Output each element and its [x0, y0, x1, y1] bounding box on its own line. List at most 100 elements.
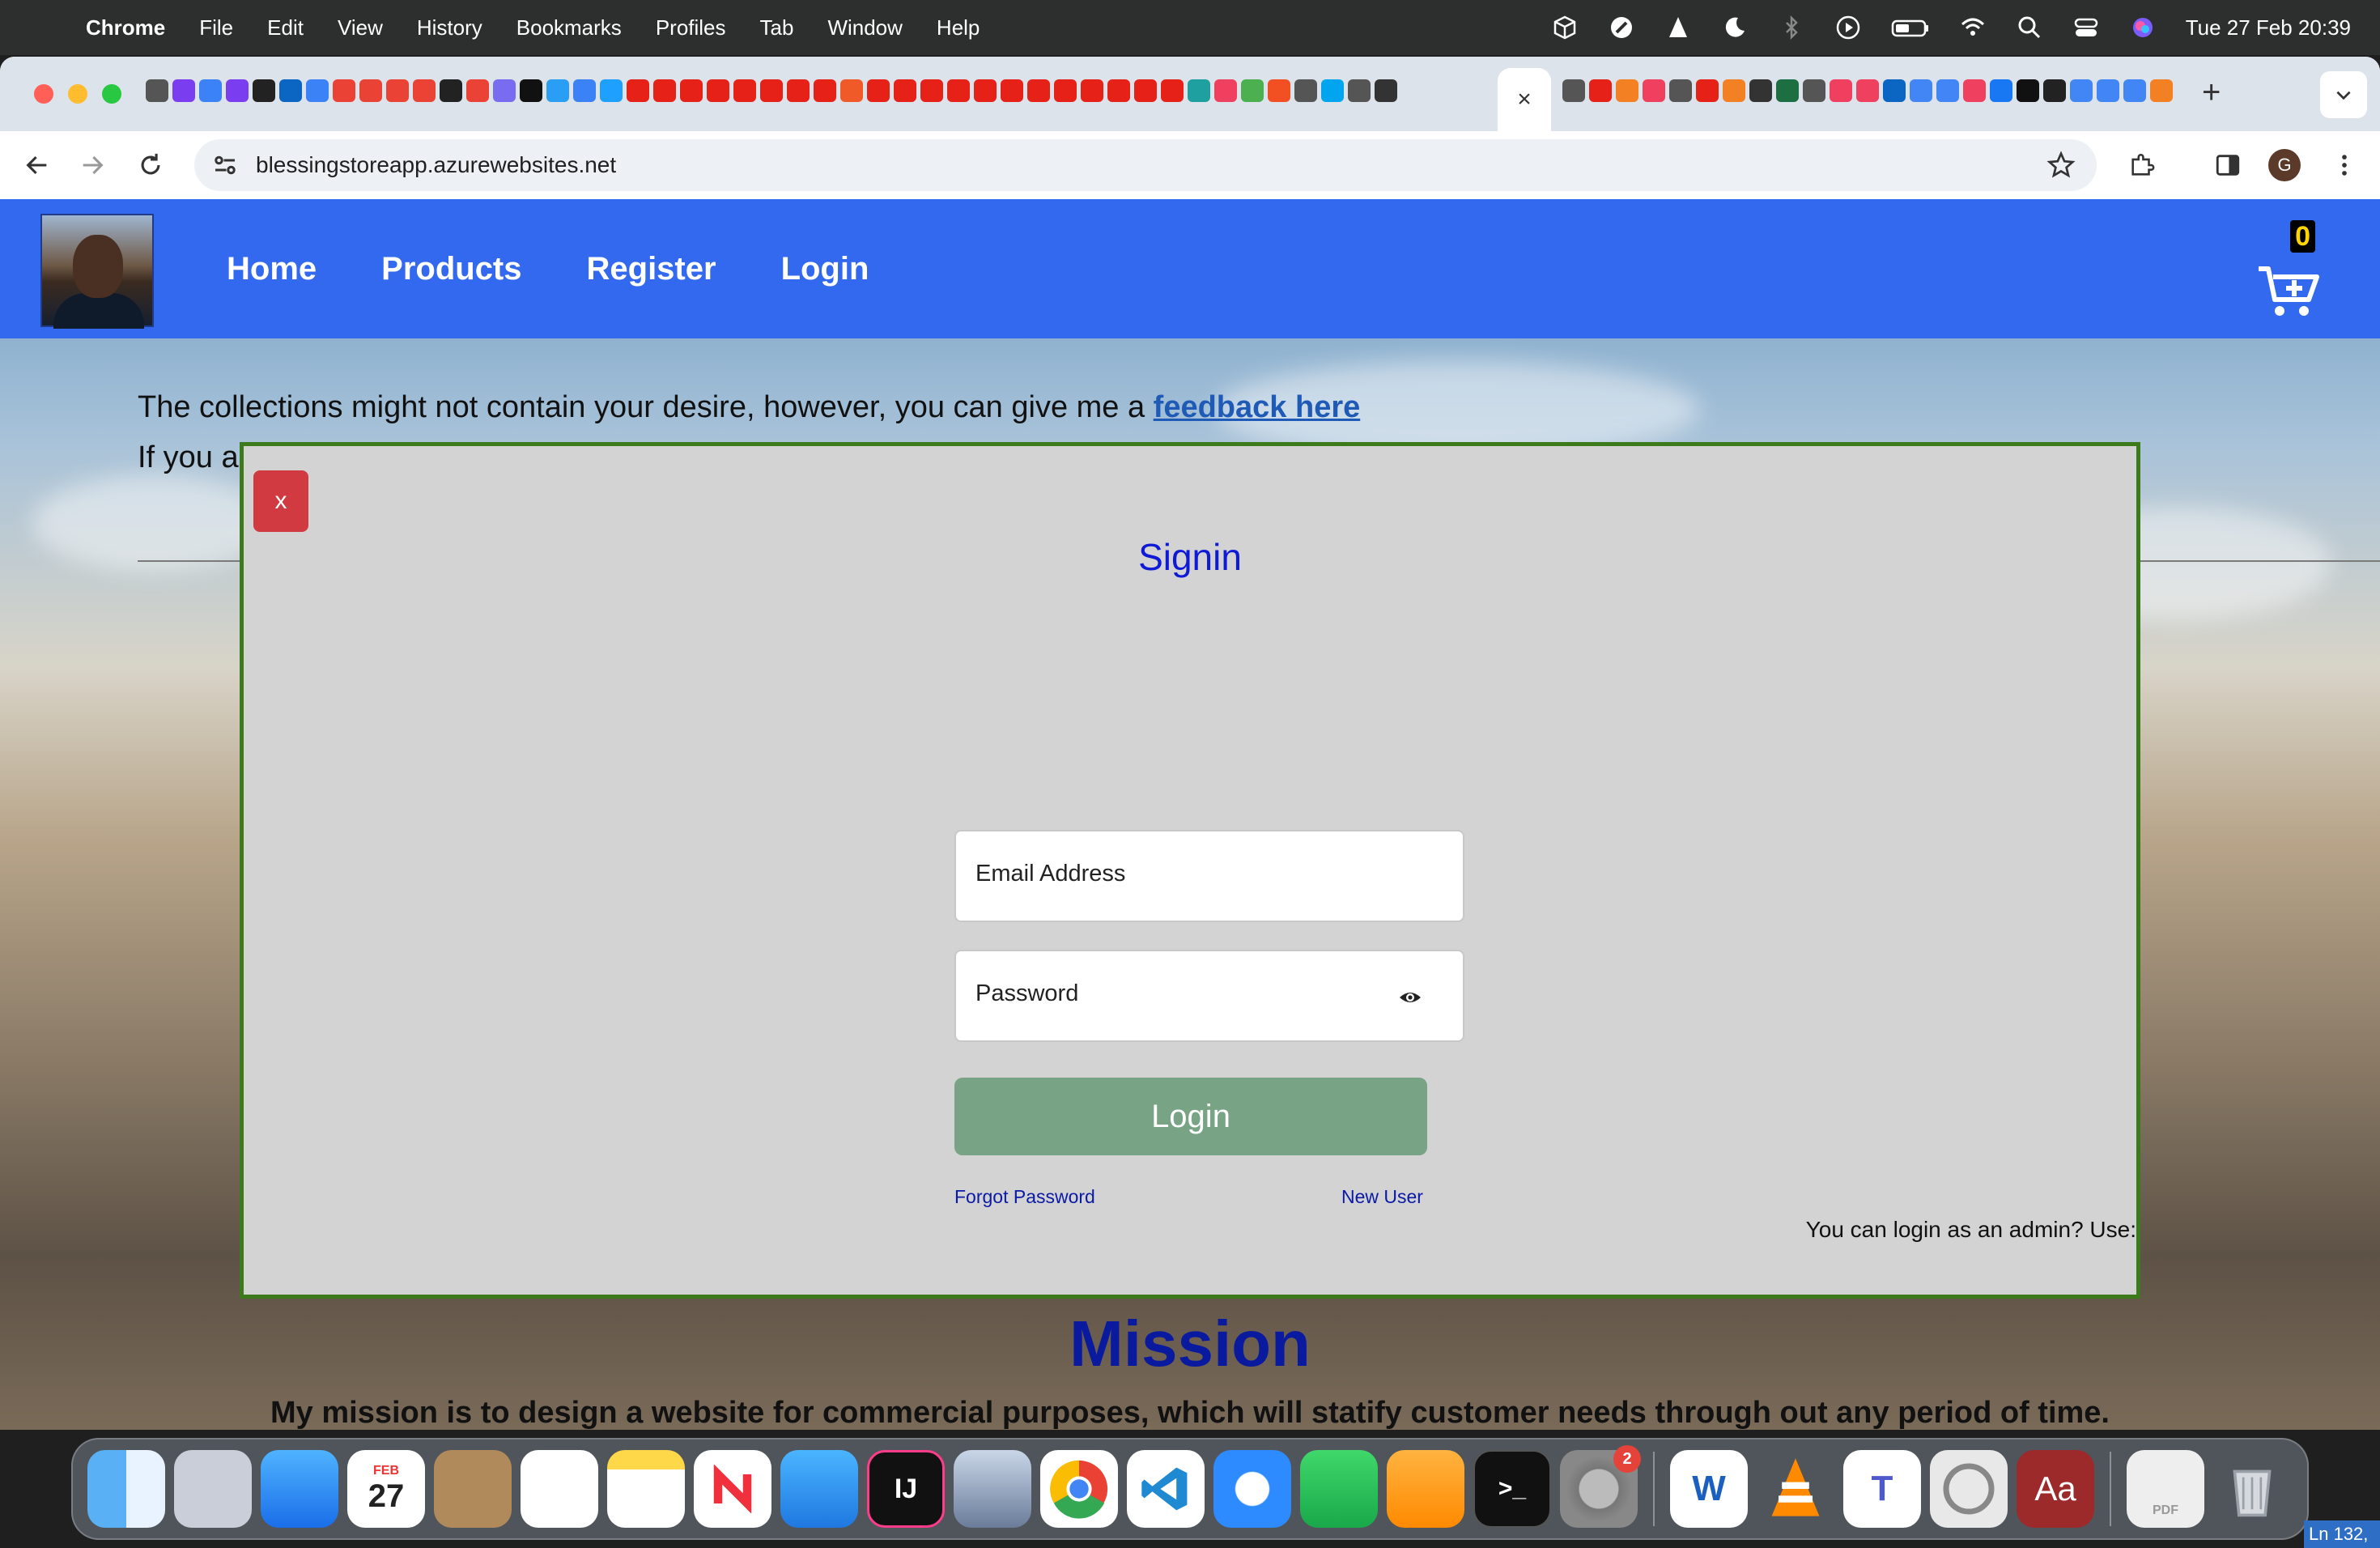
- spotlight-search-icon[interactable]: [2016, 14, 2043, 41]
- tab-favicon[interactable]: [920, 79, 943, 102]
- tab-favicon[interactable]: [226, 79, 249, 102]
- tab-favicon[interactable]: [894, 79, 916, 102]
- tab-favicon[interactable]: [1027, 79, 1050, 102]
- vlc-icon[interactable]: [1664, 14, 1692, 41]
- close-window-button[interactable]: [34, 84, 53, 104]
- tab-favicon[interactable]: [520, 79, 542, 102]
- tab-favicon[interactable]: [787, 79, 810, 102]
- close-modal-button[interactable]: x: [253, 470, 308, 532]
- tab-favicon[interactable]: [760, 79, 783, 102]
- mail-icon[interactable]: [261, 1450, 338, 1528]
- menu-help[interactable]: Help: [937, 15, 980, 40]
- tab-favicon[interactable]: [653, 79, 676, 102]
- pdf-document-icon[interactable]: PDF: [2127, 1450, 2204, 1528]
- whatsapp-icon[interactable]: [1930, 1450, 2008, 1528]
- safari-icon[interactable]: [1213, 1450, 1291, 1528]
- terminal-icon[interactable]: >_: [1473, 1450, 1551, 1528]
- tab-favicon[interactable]: [1107, 79, 1130, 102]
- tab-favicon[interactable]: [1188, 79, 1210, 102]
- reminders-icon[interactable]: [521, 1450, 598, 1528]
- tab-favicon[interactable]: [627, 79, 649, 102]
- tab-favicon[interactable]: [840, 79, 863, 102]
- shopping-cart-icon[interactable]: [2257, 264, 2320, 319]
- nav-login-link[interactable]: Login: [781, 251, 869, 287]
- menu-history[interactable]: History: [417, 15, 482, 40]
- trash-icon[interactable]: [2213, 1450, 2291, 1528]
- tab-favicon[interactable]: [867, 79, 890, 102]
- site-logo-photo[interactable]: [40, 214, 154, 329]
- tab-favicon[interactable]: [814, 79, 836, 102]
- tab-favicon[interactable]: [1723, 79, 1745, 102]
- bookmark-star-icon[interactable]: [2046, 151, 2076, 180]
- tab-favicon[interactable]: [493, 79, 516, 102]
- tab-favicon[interactable]: [1268, 79, 1290, 102]
- launchpad-icon[interactable]: [174, 1450, 252, 1528]
- tab-favicon[interactable]: [733, 79, 756, 102]
- menubar-clock[interactable]: Tue 27 Feb 20:39: [2186, 15, 2351, 40]
- tab-favicon[interactable]: [1963, 79, 1986, 102]
- tab-favicon[interactable]: [947, 79, 970, 102]
- nav-products-link[interactable]: Products: [381, 251, 521, 287]
- finder-icon[interactable]: [87, 1450, 165, 1528]
- preview-icon[interactable]: [954, 1450, 1031, 1528]
- email-field[interactable]: Email Address: [954, 830, 1464, 922]
- tab-favicon[interactable]: [1990, 79, 2012, 102]
- tab-favicon[interactable]: [1375, 79, 1397, 102]
- control-center-icon[interactable]: [2072, 14, 2100, 41]
- contacts-icon[interactable]: [434, 1450, 512, 1528]
- tab-favicon[interactable]: [466, 79, 489, 102]
- play-icon[interactable]: [1834, 14, 1862, 41]
- chrome-menu-button[interactable]: [2327, 147, 2362, 183]
- tab-favicon[interactable]: [199, 79, 222, 102]
- zoom-window-button[interactable]: [102, 84, 121, 104]
- tab-favicon[interactable]: [2017, 79, 2039, 102]
- active-tab[interactable]: ×: [1498, 68, 1551, 131]
- nav-register-link[interactable]: Register: [587, 251, 716, 287]
- tab-favicon[interactable]: [707, 79, 729, 102]
- tab-favicon[interactable]: [440, 79, 462, 102]
- tab-favicon[interactable]: [1321, 79, 1344, 102]
- tab-favicon[interactable]: [146, 79, 168, 102]
- tab-favicon[interactable]: [1081, 79, 1103, 102]
- tab-favicon[interactable]: [2150, 79, 2173, 102]
- tab-favicon[interactable]: [1910, 79, 1932, 102]
- nav-home-link[interactable]: Home: [227, 251, 317, 287]
- pages-icon[interactable]: [1387, 1450, 1464, 1528]
- wifi-icon[interactable]: [1959, 14, 1987, 41]
- vscode-icon[interactable]: [1127, 1450, 1205, 1528]
- system-settings-icon[interactable]: 2: [1560, 1445, 1641, 1528]
- extensions-button[interactable]: [2124, 147, 2160, 183]
- menu-profiles[interactable]: Profiles: [656, 15, 726, 40]
- tab-favicon[interactable]: [546, 79, 569, 102]
- tab-favicon[interactable]: [1936, 79, 1959, 102]
- dictionary-icon[interactable]: Aa: [2017, 1450, 2094, 1528]
- password-field[interactable]: Password: [954, 950, 1464, 1042]
- menu-app-name[interactable]: Chrome: [86, 15, 165, 40]
- battery-icon[interactable]: [1891, 14, 1930, 41]
- menu-bookmarks[interactable]: Bookmarks: [516, 15, 622, 40]
- tab-favicon[interactable]: [359, 79, 382, 102]
- menu-tab[interactable]: Tab: [760, 15, 794, 40]
- calendar-icon[interactable]: FEB 27: [347, 1450, 425, 1528]
- tab-favicon[interactable]: [2043, 79, 2066, 102]
- tab-search-button[interactable]: [2320, 71, 2367, 118]
- new-tab-button[interactable]: +: [2202, 74, 2221, 111]
- tab-favicon[interactable]: [600, 79, 623, 102]
- numbers-icon[interactable]: [1300, 1450, 1378, 1528]
- tab-favicon[interactable]: [1856, 79, 1879, 102]
- new-user-link[interactable]: New User: [1341, 1186, 1423, 1208]
- minimize-window-button[interactable]: [68, 84, 87, 104]
- menu-edit[interactable]: Edit: [267, 15, 304, 40]
- chrome-icon[interactable]: [1040, 1450, 1118, 1528]
- news-icon[interactable]: [694, 1450, 771, 1528]
- close-tab-icon[interactable]: ×: [1517, 86, 1532, 113]
- tab-favicon[interactable]: [1214, 79, 1237, 102]
- url-text[interactable]: blessingstoreapp.azurewebsites.net: [256, 152, 616, 178]
- siri-icon[interactable]: [2129, 14, 2157, 41]
- tab-favicon[interactable]: [1562, 79, 1585, 102]
- moon-icon[interactable]: [1721, 14, 1749, 41]
- tab-favicon[interactable]: [1883, 79, 1906, 102]
- intellij-icon[interactable]: IJ: [867, 1450, 945, 1528]
- menu-window[interactable]: Window: [827, 15, 902, 40]
- keynote-icon[interactable]: [780, 1450, 858, 1528]
